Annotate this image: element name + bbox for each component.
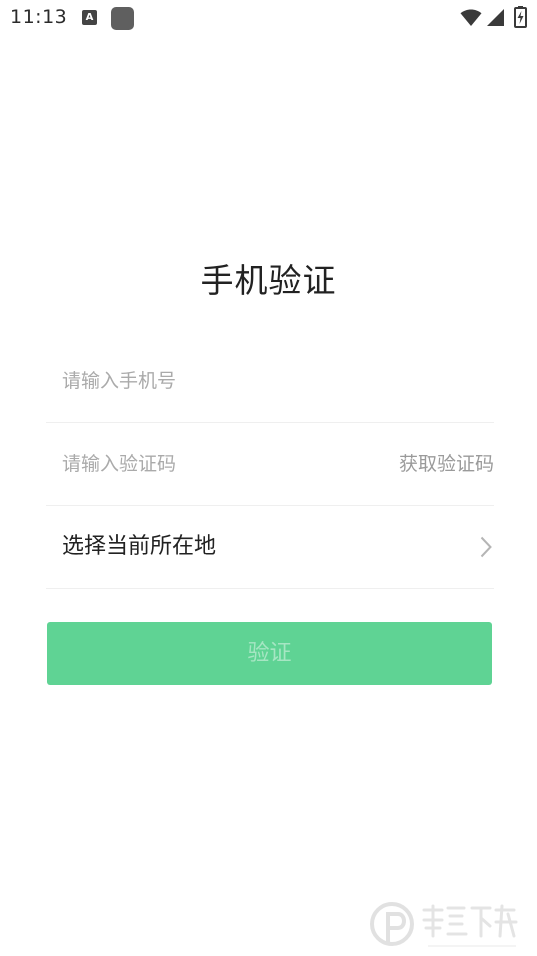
a-notification-icon: A bbox=[82, 10, 97, 25]
status-time: 11:13 bbox=[10, 6, 68, 28]
page-title: 手机验证 bbox=[200, 261, 337, 300]
verification-code-input[interactable] bbox=[62, 423, 362, 505]
app-notification-icon bbox=[111, 7, 134, 30]
phone-number-input[interactable] bbox=[62, 340, 362, 422]
watermark-logo bbox=[370, 902, 518, 947]
phone-verification-screen: 11:13 A 手机验证 获取验证码 选择当前所在地 验证 bbox=[0, 0, 537, 956]
status-bar: 11:13 A bbox=[0, 0, 537, 36]
code-row: 获取验证码 bbox=[46, 423, 494, 506]
get-code-button[interactable]: 获取验证码 bbox=[399, 423, 494, 505]
verify-button[interactable]: 验证 bbox=[47, 622, 492, 685]
chevron-right-icon bbox=[480, 536, 492, 558]
wifi-icon bbox=[460, 9, 482, 26]
location-selector[interactable]: 选择当前所在地 bbox=[46, 506, 494, 589]
battery-charging-icon bbox=[514, 6, 527, 28]
signal-icon bbox=[487, 9, 504, 26]
location-label: 选择当前所在地 bbox=[62, 534, 217, 559]
phone-row bbox=[46, 340, 494, 423]
